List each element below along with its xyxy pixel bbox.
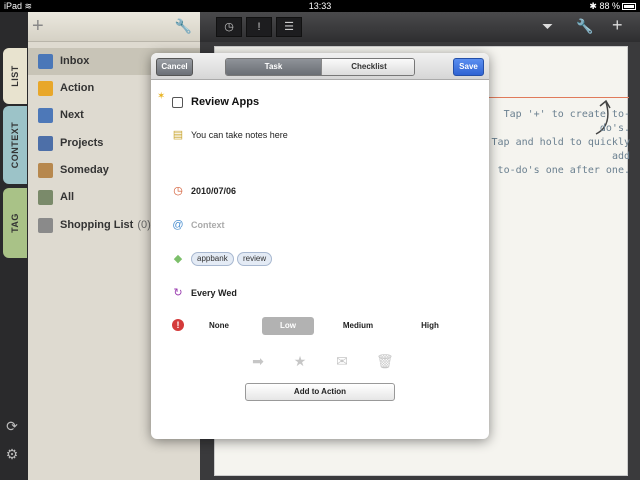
priority-medium[interactable]: Medium (333, 317, 383, 335)
task-edit-dialog: Cancel Task Checklist Save ✶ Review Apps… (151, 53, 489, 439)
list-view-icon[interactable]: ☰ (276, 17, 302, 37)
inbox-icon (38, 54, 53, 69)
task-type-segmented-control: Task Checklist (225, 58, 415, 76)
alert-filter-icon[interactable]: ! (246, 17, 272, 37)
hint-line: Tap '+' to create to-do's. (503, 109, 630, 134)
battery-icon (622, 3, 636, 11)
dialog-header: Cancel Task Checklist Save (151, 53, 489, 80)
sidebar-toolbar: + 🔧 (28, 12, 200, 42)
tab-list[interactable]: LIST (3, 48, 27, 104)
add-to-action-button[interactable]: Add to Action (245, 383, 395, 401)
priority-alert-icon: ! (172, 319, 184, 331)
sidebar-item-label: Action (60, 82, 95, 94)
at-sign-icon: @ (172, 219, 184, 231)
bluetooth-icon: ✱ (589, 1, 597, 11)
move-arrow-icon[interactable]: ➡ (250, 353, 266, 369)
priority-low[interactable]: Low (262, 317, 314, 335)
task-complete-checkbox[interactable] (172, 97, 183, 108)
someday-icon (38, 163, 53, 178)
notes-field[interactable]: You can take notes here (191, 130, 288, 140)
task-title[interactable]: Review Apps (191, 96, 259, 108)
context-field[interactable]: Context (191, 220, 225, 230)
sync-icon[interactable]: ⟳ (4, 418, 20, 434)
tag-chip[interactable]: review (237, 252, 273, 266)
priority-high[interactable]: High (407, 317, 453, 335)
app-root: iPad ≋ 13:33 ✱ 88 % LIST CONTEXT TAG ⟳ ⚙… (0, 0, 640, 480)
clock-icon: ◷ (173, 185, 183, 197)
save-button[interactable]: Save (453, 58, 484, 76)
settings-gear-icon[interactable]: ⚙ (4, 446, 20, 462)
sidebar-item-label: Shopping List (0) (60, 219, 151, 231)
repeat-field[interactable]: Every Wed (191, 288, 237, 298)
hint-line: to-do's one after one. (497, 165, 630, 176)
sidebar-item-label: Projects (60, 137, 104, 149)
sidebar-item-label: Someday (60, 164, 109, 176)
sidebar-item-label: Inbox (60, 55, 90, 67)
star-new-icon: ✶ (157, 91, 166, 102)
all-icon (38, 190, 53, 205)
add-list-icon[interactable]: + (32, 15, 44, 37)
hint-line: Tap and hold to quickly add (491, 137, 630, 162)
tab-checklist[interactable]: Checklist (321, 59, 414, 75)
add-task-icon[interactable]: + (612, 15, 623, 36)
tag-chip[interactable]: appbank (191, 252, 234, 266)
repeat-icon: ↻ (173, 287, 183, 299)
trash-icon[interactable]: 🗑 (376, 353, 394, 369)
tab-task[interactable]: Task (226, 59, 321, 75)
wrench-icon[interactable]: 🔧 (175, 18, 192, 35)
item-count: (0) (137, 219, 151, 231)
sidebar-item-label: Next (60, 109, 84, 121)
clock-filter-icon[interactable]: ◷ (216, 17, 242, 37)
status-bar: iPad ≋ 13:33 ✱ 88 % (0, 0, 640, 12)
empty-list-hint: Tap '+' to create to-do's. Tap and hold … (480, 108, 630, 178)
note-icon: ▤ (172, 129, 184, 141)
star-icon[interactable]: ★ (292, 353, 308, 369)
filter-icon[interactable]: ⏷ (542, 18, 553, 35)
wrench-icon[interactable]: 🔧 (576, 18, 593, 35)
top-toolbar: ◷ ! ☰ ⏷ 🔧 + (200, 12, 640, 42)
battery-indicator: ✱ 88 % (589, 0, 636, 12)
cancel-button[interactable]: Cancel (156, 58, 193, 76)
next-icon (38, 108, 53, 123)
clock: 13:33 (308, 1, 332, 11)
action-icon (38, 81, 53, 96)
projects-icon (38, 136, 53, 151)
tab-tag[interactable]: TAG (3, 188, 27, 258)
due-date-field[interactable]: 2010/07/06 (191, 186, 236, 196)
mail-icon[interactable]: ✉ (334, 353, 350, 369)
priority-none[interactable]: None (195, 317, 243, 335)
tag-icon: ◆ (173, 253, 183, 265)
shopping-list-icon (38, 218, 53, 233)
tab-context[interactable]: CONTEXT (3, 106, 27, 184)
sidebar-item-label: All (60, 191, 75, 203)
side-tab-strip: LIST CONTEXT TAG ⟳ ⚙ (0, 12, 28, 480)
